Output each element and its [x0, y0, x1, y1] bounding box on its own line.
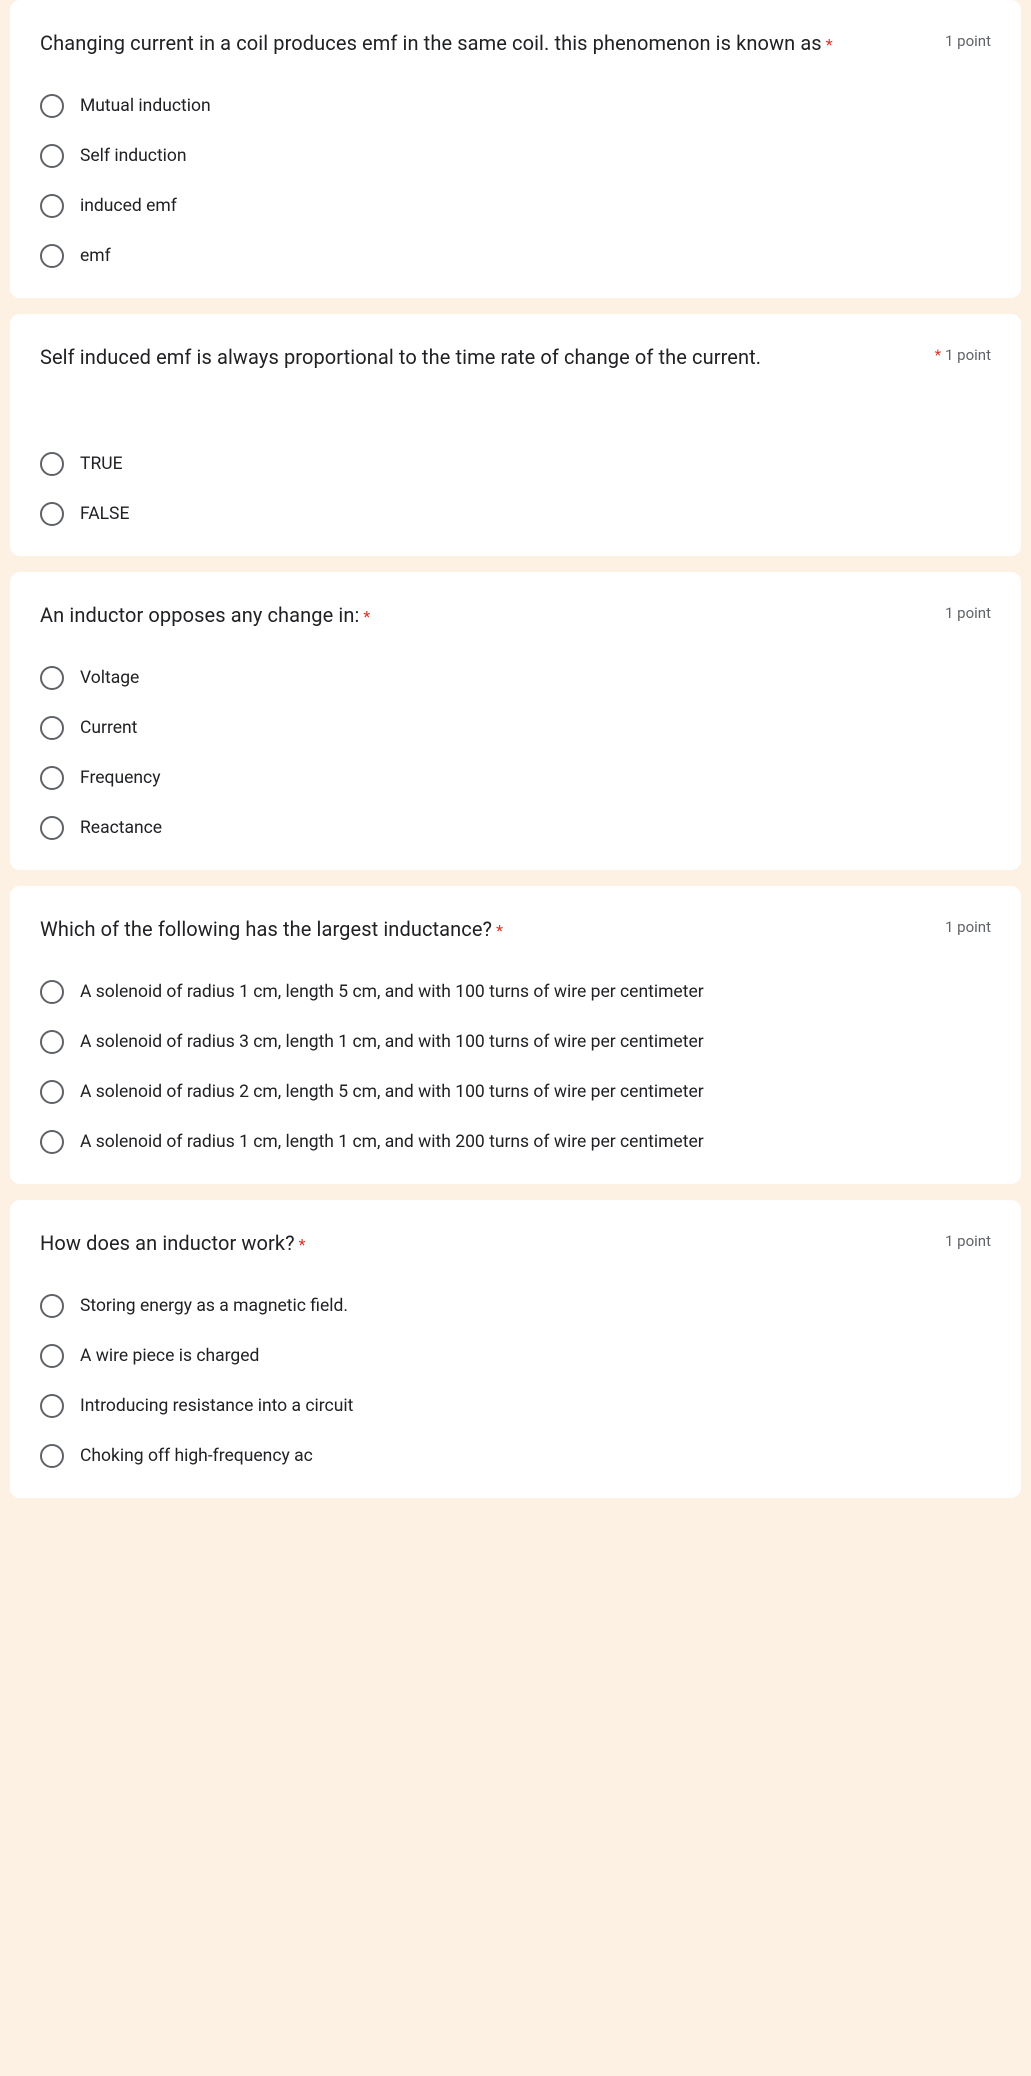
question-title: How does an inductor work? [40, 1231, 295, 1255]
option[interactable]: FALSE [40, 502, 991, 526]
option-label: Storing energy as a magnetic field. [80, 1295, 348, 1318]
option[interactable]: Choking off high-frequency ac [40, 1444, 991, 1468]
question-card: Which of the following has the largest i… [10, 886, 1021, 1184]
option[interactable]: Current [40, 716, 991, 740]
option-label: Mutual induction [80, 95, 211, 118]
radio-icon [40, 1394, 64, 1418]
radio-icon [40, 502, 64, 526]
options-group: A solenoid of radius 1 cm, length 5 cm, … [40, 980, 991, 1154]
option[interactable]: emf [40, 244, 991, 268]
question-card: Changing current in a coil produces emf … [10, 0, 1021, 298]
radio-icon [40, 766, 64, 790]
question-header: An inductor opposes any change in: * 1 p… [40, 600, 991, 630]
option[interactable]: A solenoid of radius 1 cm, length 5 cm, … [40, 980, 991, 1004]
radio-icon [40, 1444, 64, 1468]
question-title: Self induced emf is always proportional … [40, 345, 761, 369]
question-title: Changing current in a coil produces emf … [40, 31, 822, 55]
radio-icon [40, 194, 64, 218]
radio-icon [40, 452, 64, 476]
radio-icon [40, 1294, 64, 1318]
option[interactable]: Storing energy as a magnetic field. [40, 1294, 991, 1318]
option-label: Introducing resistance into a circuit [80, 1395, 353, 1418]
option[interactable]: Reactance [40, 816, 991, 840]
points-label: *1 point [935, 342, 991, 364]
points-text: 1 point [945, 346, 991, 364]
options-group: Mutual induction Self induction induced … [40, 94, 991, 268]
required-asterisk: * [826, 35, 833, 54]
question-title: An inductor opposes any change in: [40, 603, 359, 627]
option[interactable]: Voltage [40, 666, 991, 690]
option[interactable]: Mutual induction [40, 94, 991, 118]
option-label: Current [80, 717, 137, 740]
radio-icon [40, 1030, 64, 1054]
option-label: induced emf [80, 195, 177, 218]
question-title-wrap: An inductor opposes any change in: * [40, 600, 935, 630]
option-label: emf [80, 245, 111, 268]
radio-icon [40, 1344, 64, 1368]
question-title: Which of the following has the largest i… [40, 917, 492, 941]
option[interactable]: A solenoid of radius 3 cm, length 1 cm, … [40, 1030, 991, 1054]
question-header: How does an inductor work? * 1 point [40, 1228, 991, 1258]
question-title-wrap: Which of the following has the largest i… [40, 914, 935, 944]
radio-icon [40, 716, 64, 740]
option-label: Voltage [80, 667, 139, 690]
question-card: Self induced emf is always proportional … [10, 314, 1021, 556]
option-label: Reactance [80, 817, 162, 840]
option-label: A wire piece is charged [80, 1345, 259, 1368]
radio-icon [40, 1130, 64, 1154]
option[interactable]: A solenoid of radius 2 cm, length 5 cm, … [40, 1080, 991, 1104]
option-label: Frequency [80, 767, 160, 790]
question-card: How does an inductor work? * 1 point Sto… [10, 1200, 1021, 1498]
option-label: TRUE [80, 453, 123, 476]
radio-icon [40, 244, 64, 268]
option[interactable]: A wire piece is charged [40, 1344, 991, 1368]
option[interactable]: Introducing resistance into a circuit [40, 1394, 991, 1418]
radio-icon [40, 94, 64, 118]
required-asterisk: * [496, 921, 503, 940]
option[interactable]: A solenoid of radius 1 cm, length 1 cm, … [40, 1130, 991, 1154]
radio-icon [40, 816, 64, 840]
question-header: Self induced emf is always proportional … [40, 342, 991, 372]
required-asterisk: * [935, 346, 941, 364]
option-label: A solenoid of radius 3 cm, length 1 cm, … [80, 1031, 704, 1054]
radio-icon [40, 1080, 64, 1104]
question-title-wrap: How does an inductor work? * [40, 1228, 935, 1258]
radio-icon [40, 144, 64, 168]
options-group: Storing energy as a magnetic field. A wi… [40, 1294, 991, 1468]
points-label: 1 point [945, 600, 991, 622]
option-label: A solenoid of radius 2 cm, length 5 cm, … [80, 1081, 704, 1104]
required-asterisk: * [363, 607, 370, 626]
option-label: A solenoid of radius 1 cm, length 5 cm, … [80, 981, 704, 1004]
option-label: FALSE [80, 503, 129, 526]
option-label: A solenoid of radius 1 cm, length 1 cm, … [80, 1131, 704, 1154]
points-label: 1 point [945, 1228, 991, 1250]
question-title-wrap: Self induced emf is always proportional … [40, 342, 925, 372]
radio-icon [40, 980, 64, 1004]
required-asterisk: * [299, 1235, 306, 1254]
question-header: Changing current in a coil produces emf … [40, 28, 991, 58]
options-group: Voltage Current Frequency Reactance [40, 666, 991, 840]
question-header: Which of the following has the largest i… [40, 914, 991, 944]
question-title-wrap: Changing current in a coil produces emf … [40, 28, 935, 58]
points-label: 1 point [945, 914, 991, 936]
radio-icon [40, 666, 64, 690]
option[interactable]: Self induction [40, 144, 991, 168]
option[interactable]: Frequency [40, 766, 991, 790]
option-label: Choking off high-frequency ac [80, 1445, 313, 1468]
option[interactable]: TRUE [40, 452, 991, 476]
option-label: Self induction [80, 145, 187, 168]
points-label: 1 point [945, 28, 991, 50]
options-group: TRUE FALSE [40, 452, 991, 526]
question-card: An inductor opposes any change in: * 1 p… [10, 572, 1021, 870]
option[interactable]: induced emf [40, 194, 991, 218]
